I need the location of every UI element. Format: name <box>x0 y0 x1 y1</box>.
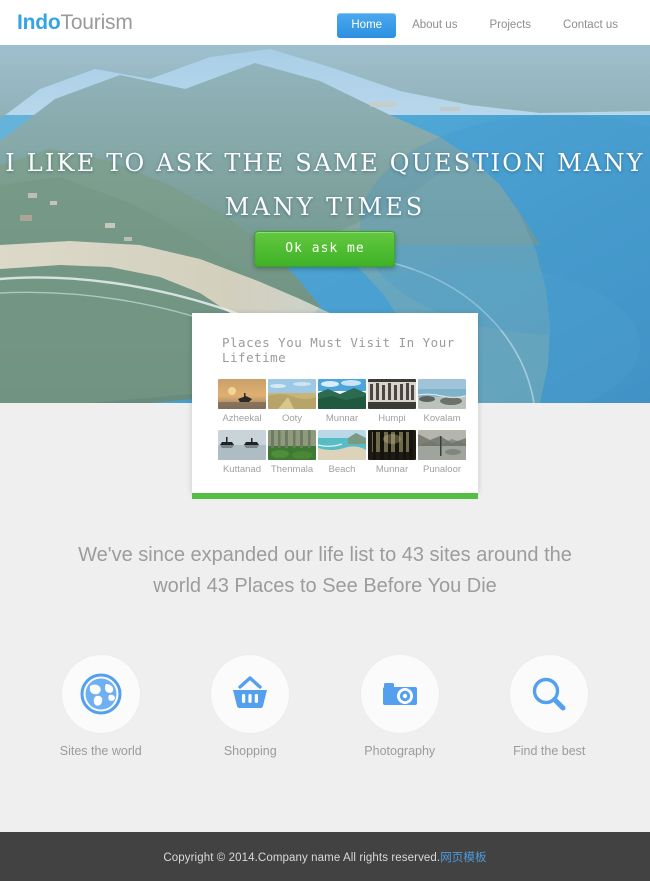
place-caption: Thenmala <box>270 464 314 475</box>
places-card: Places You Must Visit In Your Lifetime A… <box>192 313 478 499</box>
place-thumb-munnar-2[interactable]: Munnar <box>368 430 416 475</box>
feature-label: Shopping <box>223 744 277 758</box>
place-image-munnar-1 <box>318 379 366 409</box>
hero-headline-line-2: MANY TIMES <box>224 193 426 221</box>
place-caption: Beach <box>328 464 356 475</box>
features-row: Sites the world Shopping Photography Fin… <box>0 655 650 759</box>
place-caption: Kuttanad <box>222 464 262 475</box>
place-image-kuttanad <box>218 430 266 460</box>
place-thumb-beach[interactable]: Beach <box>318 430 366 475</box>
site-header: IndoTourism Home About us Projects Conta… <box>0 0 650 45</box>
place-caption: Punaloor <box>422 464 462 475</box>
place-thumb-humpi[interactable]: Humpi <box>368 379 416 424</box>
place-image-beach <box>318 430 366 460</box>
place-caption: Humpi <box>378 413 406 424</box>
feature-label: Find the best <box>513 744 586 758</box>
place-thumb-munnar-1[interactable]: Munnar <box>318 379 366 424</box>
ok-ask-me-button[interactable]: Ok ask me <box>254 231 396 267</box>
feature-icon-circle <box>510 655 589 733</box>
feature-label: Photography <box>364 744 436 758</box>
feature-icon-circle <box>360 655 439 733</box>
place-image-thenmala <box>268 430 316 460</box>
place-thumb-kovalam[interactable]: Kovalam <box>418 379 466 424</box>
footer-template-link[interactable]: 网页模板 <box>440 852 486 864</box>
feature-find-the-best[interactable]: Find the best <box>484 655 614 759</box>
feature-icon-circle <box>61 655 140 733</box>
logo-primary-text: Indo <box>17 11 61 34</box>
magnifier-icon <box>528 673 570 715</box>
place-thumb-punaloor[interactable]: Punaloor <box>418 430 466 475</box>
place-caption: Munnar <box>375 464 409 475</box>
places-card-accent-bar <box>192 493 478 499</box>
site-footer: Copyright © 2014.Company name All rights… <box>0 832 650 881</box>
footer-copyright-text: Copyright © 2014.Company name All rights… <box>163 851 441 864</box>
shopping-basket-icon <box>229 673 271 715</box>
camera-icon <box>379 673 421 715</box>
place-thumb-ooty[interactable]: Ooty <box>268 379 316 424</box>
place-caption: Azheekal <box>222 413 262 424</box>
nav-item-projects[interactable]: Projects <box>473 14 547 37</box>
place-image-punaloor <box>418 430 466 460</box>
places-thumb-row-1: Azheekal Ooty Munnar Humpi Kovalam <box>218 379 466 424</box>
place-caption: Munnar <box>325 413 359 424</box>
places-thumb-row-2: Kuttanad Thenmala Beach Munnar Punaloor <box>218 430 466 475</box>
feature-shopping[interactable]: Shopping <box>185 655 315 759</box>
footer-copyright: Copyright © 2014.Company name All rights… <box>163 849 486 865</box>
nav-item-contact-us[interactable]: Contact us <box>547 14 634 37</box>
place-image-kovalam <box>418 379 466 409</box>
place-image-munnar-2 <box>368 430 416 460</box>
intro-heading: We've since expanded our life list to 43… <box>78 544 572 597</box>
nav-item-about-us[interactable]: About us <box>396 14 473 37</box>
place-caption: Ooty <box>281 413 303 424</box>
logo-secondary-text: Tourism <box>60 11 133 34</box>
place-caption: Kovalam <box>423 413 461 424</box>
site-logo[interactable]: IndoTourism <box>17 10 133 35</box>
feature-label: Sites the world <box>59 744 142 758</box>
nav-item-home[interactable]: Home <box>337 13 397 38</box>
globe-icon <box>80 673 122 715</box>
place-thumb-kuttanad[interactable]: Kuttanad <box>218 430 266 475</box>
main-nav: Home About us Projects Contact us <box>337 13 634 38</box>
feature-sites-the-world[interactable]: Sites the world <box>36 655 166 759</box>
feature-icon-circle <box>211 655 290 733</box>
hero-headline: I LIKE TO ASK THE SAME QUESTION MANY MAN… <box>0 141 650 229</box>
page-root: IndoTourism Home About us Projects Conta… <box>0 0 650 881</box>
place-image-azheekal <box>218 379 266 409</box>
feature-photography[interactable]: Photography <box>335 655 465 759</box>
places-card-title: Places You Must Visit In Your Lifetime <box>222 335 455 365</box>
hero-headline-line-1: I LIKE TO ASK THE SAME QUESTION MANY <box>5 149 645 177</box>
place-thumb-thenmala[interactable]: Thenmala <box>268 430 316 475</box>
place-image-humpi <box>368 379 416 409</box>
place-thumb-azheekal[interactable]: Azheekal <box>218 379 266 424</box>
place-image-ooty <box>268 379 316 409</box>
